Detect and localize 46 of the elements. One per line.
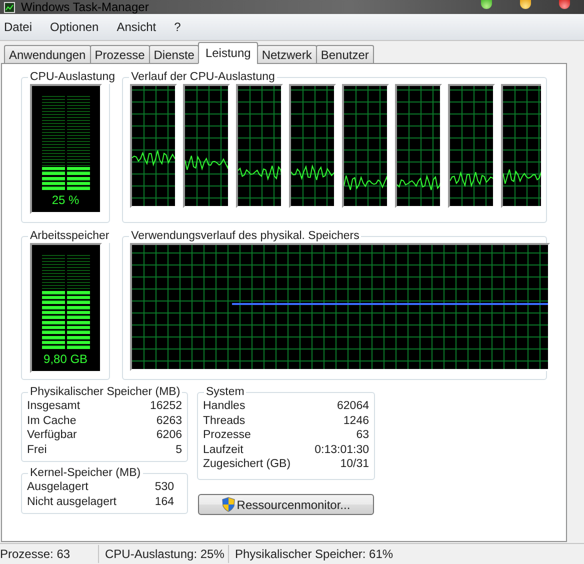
stat-label: Laufzeit (203, 442, 244, 457)
stat-value: 0:13:01:30 (314, 442, 369, 457)
tab[interactable]: Netzwerk (256, 45, 317, 64)
tab[interactable]: Leistung (198, 42, 258, 64)
stat-value: 62064 (336, 399, 369, 414)
stat-label: Frei (27, 442, 47, 457)
stat-label: Insgesamt (27, 399, 80, 414)
group-title: Verwendungsverlauf des physikal. Speichers (130, 229, 360, 243)
stat-label: Im Cache (27, 414, 76, 428)
group-title: Physikalischer Speicher (MB) (29, 385, 182, 399)
group-title: Kernel-Speicher (MB) (29, 466, 142, 480)
group-title: Verlauf der CPU-Auslastung (130, 70, 276, 84)
stat-value: 530 (154, 480, 174, 494)
stat-label: Zugesichert (GB) (203, 457, 291, 472)
stat-label: Prozesse (203, 428, 251, 442)
status-text: CPU-Auslastung: 25% (98, 545, 228, 563)
group-title: Arbeitsspeicher (29, 229, 110, 243)
stat-label: Nicht ausgelagert (27, 494, 116, 509)
resource-monitor-button[interactable]: Ressourcenmonitor... (198, 494, 374, 515)
tab[interactable]: Prozesse (90, 45, 150, 64)
stat-label: Ausgelagert (27, 480, 88, 494)
stat-value: 6206 (156, 428, 182, 442)
tab[interactable]: Benutzer (316, 45, 374, 64)
stat-value: 6263 (156, 414, 182, 428)
status-text: Physikalischer Speicher: 61% (228, 545, 402, 563)
stat-value: 1246 (342, 414, 369, 428)
stat-label: Threads (203, 414, 246, 428)
stat-value: 16252 (150, 399, 182, 414)
menu-item[interactable]: ? (171, 18, 184, 36)
menu-item[interactable]: Ansicht (114, 18, 160, 36)
stat-label: Verfügbar (27, 428, 77, 442)
menu-item[interactable]: Datei (1, 18, 36, 36)
status-text: Prozesse: 63 (0, 546, 72, 563)
stat-value: 164 (154, 494, 174, 509)
meter-reading: 9,80 GB (44, 351, 88, 367)
stat-value: 5 (176, 442, 182, 457)
tab[interactable]: Dienste (148, 45, 200, 64)
menu-item[interactable]: Optionen (47, 18, 102, 36)
stat-label: Handles (203, 399, 246, 414)
tab[interactable]: Anwendungen (4, 45, 91, 64)
window-title: Windows Task-Manager (21, 1, 149, 14)
group-title: CPU-Auslastung (29, 70, 116, 84)
meter-reading: 25 % (52, 192, 80, 208)
group-title: System (205, 385, 246, 399)
stat-value: 63 (355, 428, 369, 442)
stat-value: 10/31 (339, 457, 369, 472)
